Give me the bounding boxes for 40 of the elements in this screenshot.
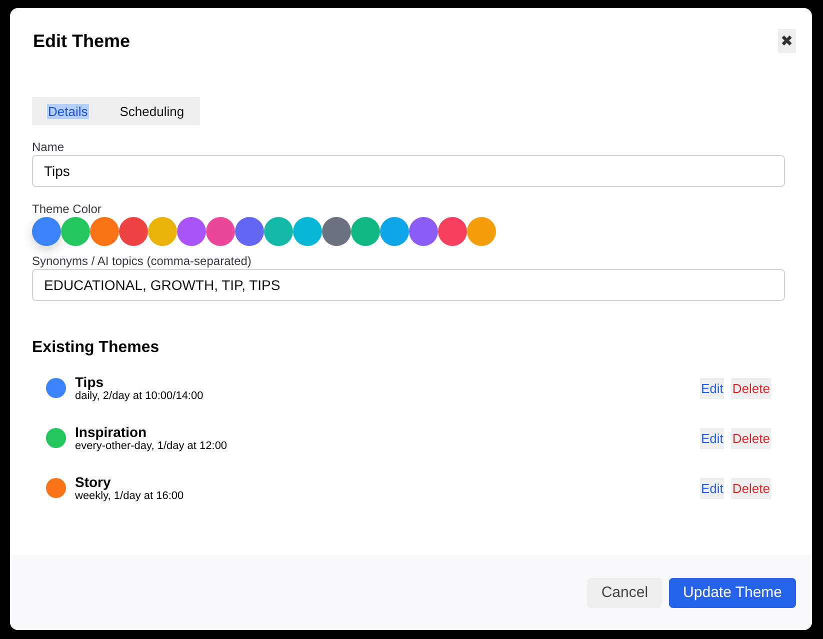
color-swatch[interactable]: [380, 217, 409, 246]
color-swatch[interactable]: [206, 217, 235, 246]
color-swatch[interactable]: [322, 217, 351, 246]
color-swatch[interactable]: [119, 217, 148, 246]
color-swatch[interactable]: [177, 217, 206, 246]
theme-schedule: every-other-day, 1/day at 12:00: [75, 440, 228, 452]
color-swatch[interactable]: [293, 217, 322, 246]
tab[interactable]: Details: [32, 97, 104, 125]
close-button[interactable]: ✖: [778, 29, 796, 53]
color-swatch[interactable]: [438, 217, 467, 246]
color-swatch[interactable]: [32, 217, 61, 246]
theme-name: Story: [75, 474, 111, 490]
color-swatch[interactable]: [90, 217, 119, 246]
edit-button[interactable]: Edit: [700, 378, 724, 398]
name-field[interactable]: Tips: [32, 155, 785, 187]
edit-button[interactable]: Edit: [700, 478, 724, 498]
delete-button[interactable]: Delete: [731, 478, 771, 498]
edit-button[interactable]: Edit: [700, 428, 724, 448]
color-swatch[interactable]: [148, 217, 177, 246]
delete-button[interactable]: Delete: [731, 378, 771, 398]
color-swatch[interactable]: [61, 217, 90, 246]
delete-button[interactable]: Delete: [731, 428, 771, 448]
synonyms-field[interactable]: EDUCATIONAL, GROWTH, TIP, TIPS: [32, 269, 785, 301]
theme-name: Tips: [75, 374, 104, 390]
color-swatch[interactable]: [235, 217, 264, 246]
field-label: Name: [32, 140, 66, 154]
dialog-title: Edit Theme: [33, 30, 130, 52]
color-swatch[interactable]: [351, 217, 380, 246]
field-label: Synonyms / AI topics (comma-separated): [32, 254, 252, 268]
tab[interactable]: Scheduling: [104, 97, 200, 125]
section-heading: Existing Themes: [32, 339, 160, 357]
color-swatch[interactable]: [409, 217, 438, 246]
cancel-button[interactable]: Cancel: [587, 578, 662, 608]
theme-name: Inspiration: [75, 424, 147, 440]
color-swatch[interactable]: [264, 217, 293, 246]
color-swatch[interactable]: [467, 217, 496, 246]
theme-schedule: weekly, 1/day at 16:00: [75, 490, 184, 502]
theme-schedule: daily, 2/day at 10:00/14:00: [75, 390, 204, 402]
field-label: Theme Color: [32, 202, 102, 216]
update-theme-button[interactable]: Update Theme: [669, 578, 796, 608]
